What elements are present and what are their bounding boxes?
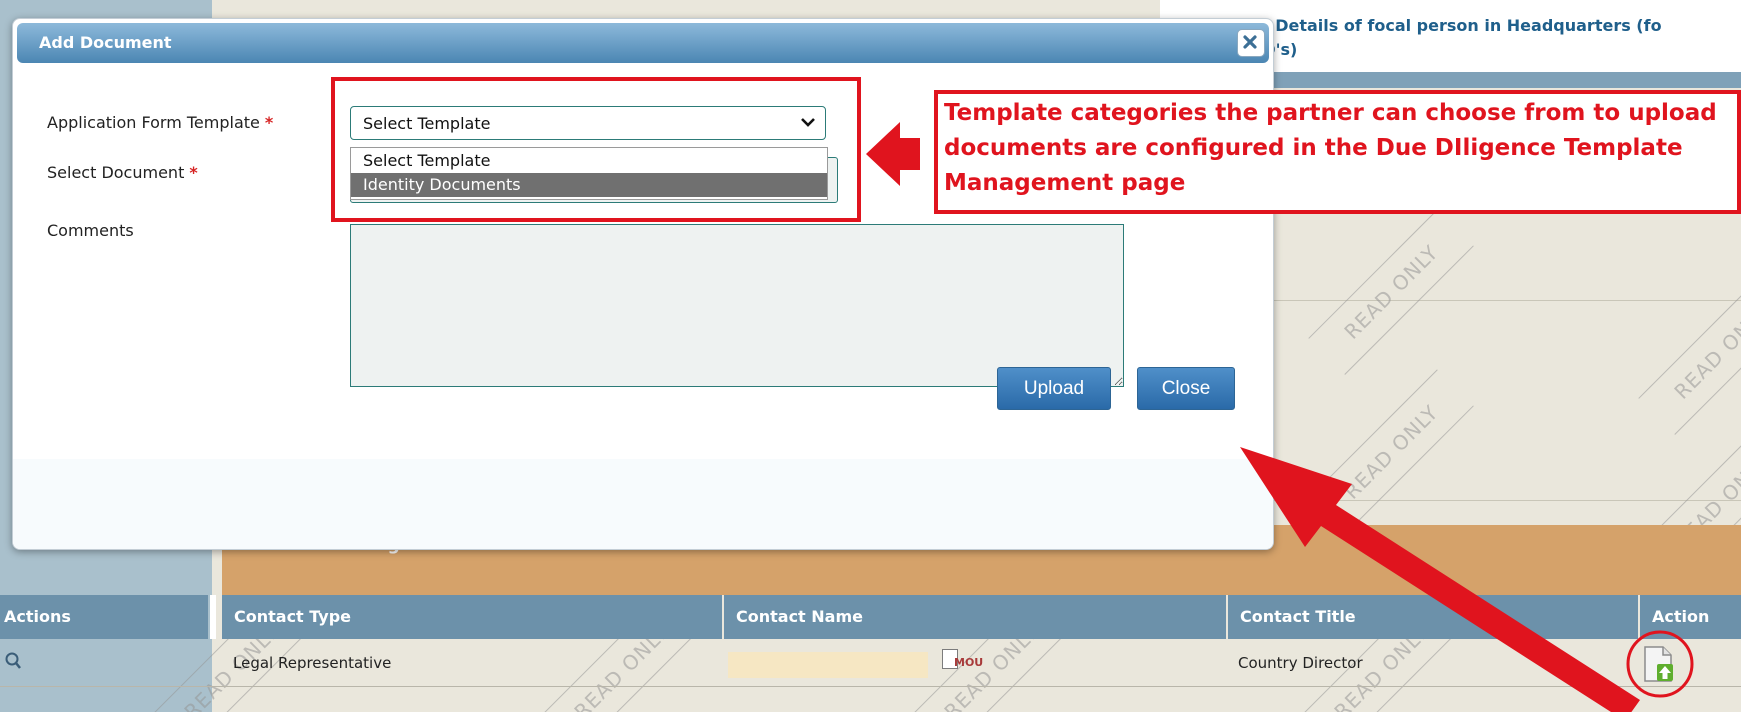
- annotation-circle: [1626, 630, 1694, 698]
- left-arrow-icon: [866, 122, 920, 186]
- diagonal-arrow-icon: [1240, 447, 1640, 712]
- annotation-arrows: [866, 122, 1694, 712]
